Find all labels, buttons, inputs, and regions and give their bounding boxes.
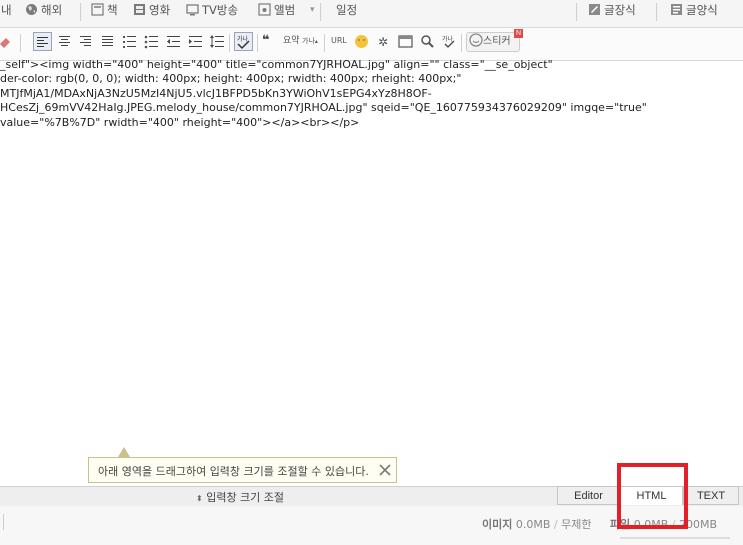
menu-item-album[interactable]: 앨범 — [258, 0, 295, 27]
html-source-editor[interactable]: _self"><img width="400" height="400" tit… — [0, 58, 743, 458]
menu-item-movie-label: 영화 — [149, 3, 171, 17]
menu-item-overseas-label: 해외 — [41, 3, 63, 17]
brush-icon — [589, 4, 600, 15]
tab-editor[interactable]: Editor — [557, 486, 620, 505]
quote-icon[interactable]: ❝ — [262, 33, 270, 49]
divider — [320, 3, 321, 21]
divider — [3, 514, 4, 530]
summary-button[interactable]: 요약 — [283, 33, 300, 49]
code-line-1: _self"><img width="400" height="400" tit… — [0, 58, 553, 71]
resize-label: 입력창 크기 조절 — [206, 491, 285, 504]
scrollbar-track — [620, 537, 730, 539]
template-icon — [671, 4, 682, 15]
search-icon[interactable] — [420, 34, 435, 49]
menu-item-book-label: 책 — [107, 3, 118, 17]
link-button[interactable]: URL — [331, 33, 347, 49]
film-icon — [134, 4, 145, 15]
menu-item-schedule-label: 일정 — [336, 3, 358, 17]
resize-tooltip: 아래 영역을 드래그하여 입력창 크기를 조절할 수 있습니다. — [88, 457, 397, 483]
sticker-icon — [469, 33, 483, 47]
menu-item-schedule[interactable]: 일정 — [336, 0, 357, 27]
align-center-icon[interactable] — [57, 34, 72, 49]
indent-icon[interactable] — [188, 34, 203, 49]
tab-text[interactable]: TEXT — [683, 486, 739, 505]
summary-label: 요약 — [283, 36, 300, 46]
special-char-icon[interactable]: ✲ — [376, 34, 391, 49]
code-line-5: value="%7B%7D" rwidth="400" rheight="400… — [0, 116, 360, 129]
menu-item-album-label: 앨범 — [274, 3, 296, 17]
image-limit: 무제한 — [561, 518, 592, 531]
code-line-2: der-color: rgb(0, 0, 0); width: 400px; h… — [0, 72, 462, 85]
menu-item-movie[interactable]: 영화 — [133, 0, 170, 27]
album-dropdown-arrow[interactable]: ▾ — [310, 0, 315, 27]
code-line-3: MTJfMjA1/MDAxNjA3NzU5MzI4NjU5.vlcJ1BFPD5… — [0, 87, 432, 100]
code-line-4: HCesZj_69mVV42HaIg.JPEG.melody_house/com… — [0, 101, 647, 114]
menu-item-overseas[interactable]: 해외 — [25, 0, 62, 27]
new-badge: N — [514, 29, 523, 38]
format-toolbar: 가나 ❝ 요약 가나▴ URL ✲ 가나 스티커 N — [0, 28, 743, 61]
outdent-icon[interactable] — [166, 34, 181, 49]
menu-item-0-label: 내 — [1, 3, 12, 17]
menu-item-0[interactable]: 내 — [1, 0, 12, 27]
link-label: URL — [331, 36, 347, 45]
book-icon — [91, 3, 104, 16]
menu-item-tv[interactable]: TV방송 — [186, 0, 238, 27]
numbered-list-icon[interactable] — [122, 34, 137, 49]
text-template-button[interactable]: 글양식 — [670, 0, 718, 27]
menu-item-book[interactable]: 책 — [91, 0, 118, 27]
resize-handle[interactable]: ⬍ 입력창 크기 조절 — [196, 489, 284, 505]
divider — [257, 34, 258, 52]
align-left-button[interactable] — [33, 32, 52, 51]
tooltip-arrow — [118, 447, 130, 457]
highlight-box — [617, 463, 688, 529]
image-usage-value: 0.0MB — [515, 518, 551, 531]
check-text-icon[interactable]: 가나 — [442, 34, 457, 49]
divider — [20, 34, 21, 52]
tv-icon — [186, 4, 199, 16]
sticker-label: 스티커 — [483, 36, 511, 47]
close-icon[interactable] — [379, 464, 391, 476]
svg-text:✲: ✲ — [378, 35, 388, 49]
text-decoration-button[interactable]: 글장식 — [588, 0, 636, 27]
globe-icon — [26, 4, 37, 15]
eraser-icon[interactable] — [0, 34, 12, 49]
divider — [80, 3, 81, 21]
line-height-icon[interactable] — [210, 34, 225, 49]
svg-text:가나: 가나 — [442, 35, 454, 43]
sticker-button[interactable]: 스티커 — [466, 32, 520, 52]
media-toolbar: 내 해외 책 영화 TV방송 앨범 ▾ 일정 글장식 글양식 — [0, 0, 743, 28]
divider — [656, 3, 657, 21]
text-template-label: 글양식 — [686, 3, 718, 17]
divider — [324, 34, 325, 52]
align-justify-icon[interactable] — [100, 34, 115, 49]
tooltip-text: 아래 영역을 드래그하여 입력창 크기를 조절할 수 있습니다. — [98, 465, 369, 478]
resize-icon: ⬍ — [196, 494, 203, 503]
spell-check-icon: 가나 — [237, 35, 250, 50]
font-size-label: 가나 — [302, 37, 315, 45]
tab-editor-label: Editor — [574, 490, 603, 502]
font-size-button[interactable]: 가나▴ — [302, 33, 318, 49]
menu-item-tv-label: TV방송 — [202, 3, 239, 17]
bullet-list-icon[interactable] — [144, 34, 159, 49]
emoticon-icon[interactable] — [354, 34, 369, 49]
align-right-icon[interactable] — [78, 34, 93, 49]
album-icon — [258, 3, 271, 16]
svg-text:가나: 가나 — [237, 35, 249, 43]
image-usage: 이미지 0.0MB / 무제한 — [482, 518, 592, 531]
tab-text-label: TEXT — [696, 490, 726, 502]
align-left-icon — [37, 37, 48, 47]
superscript-mark: ▴ — [314, 38, 318, 45]
image-usage-label: 이미지 — [482, 518, 513, 531]
divider — [576, 3, 577, 21]
spell-check-button[interactable]: 가나 — [234, 32, 253, 51]
divider — [461, 34, 462, 52]
divider — [229, 34, 230, 52]
table-icon[interactable] — [398, 34, 413, 49]
text-decoration-label: 글장식 — [604, 3, 636, 17]
